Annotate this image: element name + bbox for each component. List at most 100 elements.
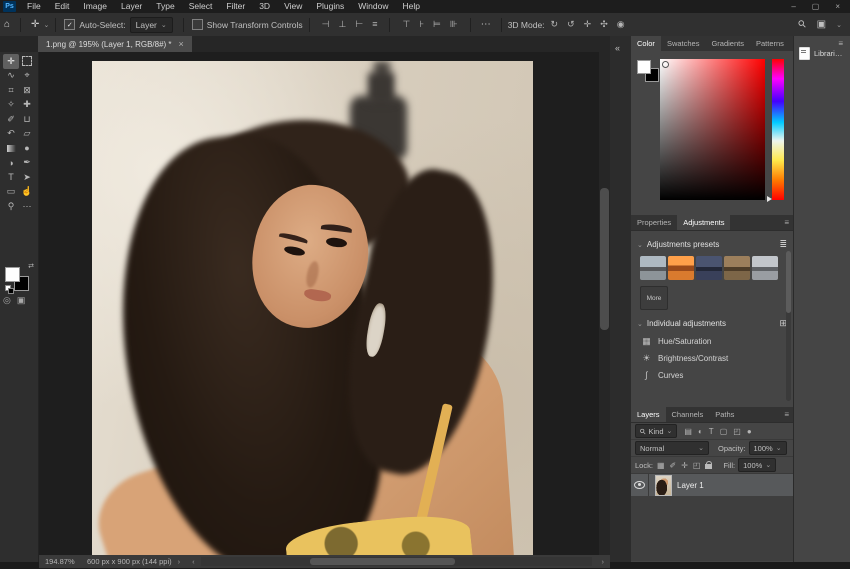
tab-properties[interactable]: Properties: [631, 215, 677, 230]
color-picker-cursor[interactable]: [662, 61, 669, 68]
saturation-brightness-field[interactable]: [660, 59, 765, 200]
tab-swatches[interactable]: Swatches: [661, 36, 706, 51]
adjustment-curves[interactable]: ∫ Curves: [631, 367, 793, 383]
maximize-button[interactable]: ▢: [812, 2, 820, 11]
tab-gradients[interactable]: Gradients: [705, 36, 750, 51]
canvas-photo[interactable]: [92, 61, 533, 555]
vertical-scrollbar-thumb[interactable]: [600, 188, 609, 330]
dodge-tool[interactable]: ◑: [3, 156, 19, 171]
menu-filter[interactable]: Filter: [219, 0, 252, 13]
path-selection-tool[interactable]: ➤: [19, 170, 35, 185]
tab-paths[interactable]: Paths: [709, 407, 740, 422]
preset-thumbnail-3[interactable]: [696, 256, 722, 280]
vertical-scrollbar[interactable]: [599, 52, 610, 555]
hue-slider[interactable]: [767, 59, 784, 202]
chevron-down-icon[interactable]: ⌄: [637, 241, 643, 249]
scroll-right-icon[interactable]: ›: [602, 557, 605, 566]
libraries-tab[interactable]: Librari…: [799, 47, 842, 60]
panel-scrollbar[interactable]: [786, 251, 791, 401]
menu-edit[interactable]: Edit: [48, 0, 77, 13]
3d-camera-icon[interactable]: ◉: [617, 19, 625, 30]
3d-pan-icon[interactable]: ✛: [584, 19, 592, 30]
collapse-panels-icon[interactable]: «: [615, 43, 620, 53]
tab-patterns[interactable]: Patterns: [750, 36, 790, 51]
distribute-bottom-icon[interactable]: ⊨: [433, 19, 441, 30]
close-button[interactable]: ×: [835, 2, 840, 11]
menu-image[interactable]: Image: [76, 0, 114, 13]
tab-channels[interactable]: Channels: [666, 407, 710, 422]
panel-scrollbar-thumb[interactable]: [786, 251, 791, 313]
type-tool[interactable]: T: [3, 170, 19, 185]
tab-layers[interactable]: Layers: [631, 407, 666, 422]
menu-3d[interactable]: 3D: [252, 0, 277, 13]
gradient-tool[interactable]: [3, 141, 19, 156]
3d-slide-icon[interactable]: ✣: [600, 19, 608, 30]
menu-type[interactable]: Type: [149, 0, 181, 13]
menu-select[interactable]: Select: [182, 0, 220, 13]
panel-menu-icon[interactable]: ≡: [780, 407, 793, 422]
move-tool[interactable]: ✛: [3, 54, 19, 69]
pixel-layer-filter-icon[interactable]: ▤: [684, 427, 692, 436]
opacity-dropdown[interactable]: 100% ⌄: [748, 441, 787, 455]
menu-plugins[interactable]: Plugins: [309, 0, 351, 13]
align-right-icon[interactable]: ⊢: [355, 19, 363, 30]
lock-artboard-icon[interactable]: ◰: [693, 461, 701, 470]
3d-orbit-icon[interactable]: ↻: [551, 19, 559, 30]
lock-all-icon[interactable]: [705, 461, 713, 469]
eyedropper-tool[interactable]: ✧: [3, 98, 19, 113]
brush-tool[interactable]: ✐: [3, 112, 19, 127]
adjustment-layer-filter-icon[interactable]: ◐: [698, 427, 703, 436]
workspace-switcher-icon[interactable]: ▣: [817, 19, 826, 30]
frame-tool[interactable]: ⊠: [19, 83, 35, 98]
preset-thumbnail-2[interactable]: [668, 256, 694, 280]
individual-adjustments-header[interactable]: ⌄ Individual adjustments ⊞: [631, 310, 793, 333]
scroll-left-icon[interactable]: ‹: [192, 557, 195, 566]
layer-filter-dropdown[interactable]: ⚲ Kind ⌄: [635, 424, 678, 438]
chevron-down-icon[interactable]: ⌄: [43, 21, 49, 29]
hue-slider-arrow[interactable]: [767, 196, 772, 202]
distribute-gap-icon[interactable]: ⊪: [450, 19, 458, 30]
visibility-cell[interactable]: [631, 474, 649, 496]
show-transform-checkbox[interactable]: [191, 19, 203, 30]
fill-dropdown[interactable]: 100% ⌄: [738, 458, 777, 472]
layer-thumbnail[interactable]: [655, 474, 672, 496]
foreground-color-chip[interactable]: [637, 60, 651, 74]
status-chevron-icon[interactable]: ›: [178, 557, 181, 566]
horizontal-scrollbar[interactable]: [200, 557, 592, 566]
lock-paint-icon[interactable]: ✐: [670, 461, 677, 470]
move-tool-icon[interactable]: ✛: [27, 19, 43, 30]
shape-layer-filter-icon[interactable]: ▢: [720, 427, 728, 436]
object-selection-tool[interactable]: ⌖: [19, 69, 35, 84]
document-tab[interactable]: 1.png @ 195% (Layer 1, RGB/8#) * ×: [38, 36, 192, 52]
panel-menu-icon[interactable]: ≡: [780, 215, 793, 230]
eye-icon[interactable]: [634, 481, 645, 489]
type-layer-filter-icon[interactable]: T: [709, 427, 714, 436]
distribute-middle-icon[interactable]: ⊦: [419, 19, 424, 30]
tab-color[interactable]: Color: [631, 36, 661, 51]
lock-position-icon[interactable]: ✛: [681, 461, 688, 470]
lock-transparent-icon[interactable]: ▦: [657, 461, 665, 470]
pen-tool[interactable]: ✒: [19, 156, 35, 171]
auto-select-target-dropdown[interactable]: Layer ⌄: [129, 16, 173, 33]
lasso-tool[interactable]: ∿: [3, 69, 19, 84]
quick-mask-icon[interactable]: ◎: [3, 295, 11, 306]
adjustments-presets-header[interactable]: ⌄ Adjustments presets ≣: [631, 231, 793, 254]
layer-row-selected[interactable]: Layer 1: [631, 474, 793, 496]
rectangle-tool[interactable]: ▭: [3, 185, 19, 200]
blur-tool[interactable]: ●: [19, 141, 35, 156]
zoom-tool[interactable]: ⚲: [3, 199, 19, 214]
filter-toggle-icon[interactable]: ●: [747, 427, 752, 436]
swap-colors-icon[interactable]: ⇄: [28, 262, 34, 270]
menu-help[interactable]: Help: [395, 0, 426, 13]
chevron-down-icon[interactable]: ⌄: [637, 320, 643, 328]
default-colors-icon[interactable]: [5, 285, 14, 294]
list-view-icon[interactable]: ≣: [779, 239, 787, 250]
history-brush-tool[interactable]: ↶: [3, 127, 19, 142]
auto-select-checkbox[interactable]: ✓: [64, 19, 76, 30]
more-tools[interactable]: ⋯: [19, 199, 35, 214]
layer-name[interactable]: Layer 1: [677, 481, 704, 490]
clone-stamp-tool[interactable]: ⊔: [19, 112, 35, 127]
adjustment-brightness-contrast[interactable]: ☀ Brightness/Contrast: [631, 350, 793, 367]
3d-roll-icon[interactable]: ↺: [567, 19, 575, 30]
minimize-button[interactable]: –: [791, 2, 795, 11]
